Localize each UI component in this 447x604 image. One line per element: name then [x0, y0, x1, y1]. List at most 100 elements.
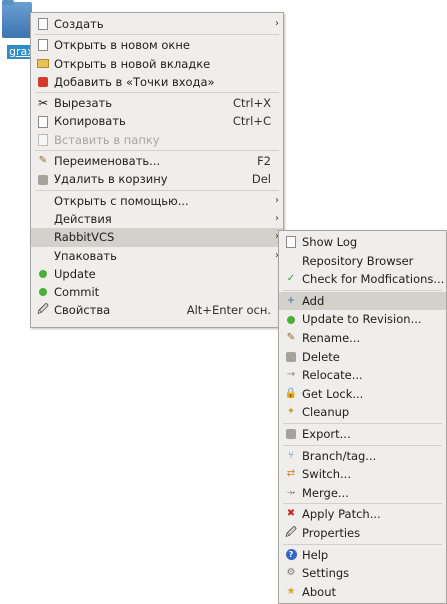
rename-icon: ✎: [38, 155, 48, 167]
menu-item-rename[interactable]: ✎ Rename...: [279, 329, 446, 348]
chevron-right-icon: ›: [275, 18, 279, 29]
menu-separator: [283, 444, 442, 446]
switch-icon: ⇄: [286, 468, 296, 480]
menu-item-relocate[interactable]: → Relocate...: [279, 366, 446, 385]
menu-item-label: Repository Browser: [302, 253, 414, 268]
add-icon: +: [286, 294, 296, 306]
menu-item-label: Check for Modfications...: [302, 272, 445, 287]
menu-item-label: Переименовать...: [54, 154, 161, 169]
menu-item-label: Свойства: [54, 303, 111, 318]
menu-item-delete[interactable]: Delete: [279, 348, 446, 367]
menu-item-update[interactable]: Update: [31, 265, 283, 283]
menu-item-label: Settings: [302, 566, 350, 581]
menu-item-label: Relocate...: [302, 368, 363, 383]
blank-icon: [284, 254, 298, 268]
menu-item-shortcut: Ctrl+C: [232, 114, 271, 129]
menu-item-label: Help: [302, 547, 329, 562]
log-icon: [284, 235, 298, 249]
menu-item-add[interactable]: + Add: [279, 291, 446, 311]
menu-item-cleanup[interactable]: ✦ Cleanup: [279, 403, 446, 422]
update-icon: [36, 267, 50, 281]
chevron-right-icon: ›: [275, 212, 279, 224]
menu-item-переименовать[interactable]: ✎ Переименовать... F2: [31, 152, 283, 170]
menu-item-get-lock[interactable]: 🔒 Get Lock...: [279, 385, 446, 404]
menu-item-shortcut: Ctrl+X: [233, 96, 271, 111]
bookmark-icon: [36, 75, 50, 89]
menu-item-about[interactable]: ★ About: [279, 583, 446, 602]
menu-item-check-for-modfications[interactable]: ✓ Check for Modfications...: [279, 270, 446, 289]
menu-item-действия[interactable]: Действия ›: [31, 210, 283, 228]
rename-icon: ✎: [286, 331, 296, 343]
menu-item-label: Merge...: [302, 485, 349, 500]
menu-item-shortcut: Del: [251, 172, 271, 187]
menu-item-commit[interactable]: Commit: [31, 283, 283, 301]
menu-item-show-log[interactable]: Show Log: [279, 233, 446, 252]
menu-item-shortcut: Alt+Enter осн.: [186, 303, 271, 318]
menu-item-repository-browser[interactable]: Repository Browser: [279, 252, 446, 271]
menu-separator: [35, 92, 279, 94]
menu-item-вырезать[interactable]: ✂ Вырезать Ctrl+X: [31, 94, 283, 112]
menu-item-открыть-в-новом-окне[interactable]: Открыть в новом окне: [31, 36, 283, 54]
new-window-icon: [36, 38, 50, 52]
export-icon: [284, 427, 298, 441]
merge-icon: ⤞: [287, 486, 295, 498]
menu-item-label: Update to Revision...: [302, 312, 422, 327]
new-tab-icon: [36, 57, 50, 71]
menu-separator: [35, 189, 279, 191]
menu-item-branch-tag[interactable]: ⑂ Branch/tag...: [279, 447, 446, 466]
new-icon: [36, 17, 50, 31]
menu-item-settings[interactable]: ⚙ Settings: [279, 564, 446, 583]
context-menu: Создать › Открыть в новом окне Открыть в но…: [30, 12, 284, 328]
trash-icon: [36, 173, 50, 187]
menu-item-добавить-в-точки-входа[interactable]: Добавить в «Точки входа»: [31, 73, 283, 91]
menu-item-упаковать[interactable]: Упаковать ›: [31, 247, 283, 265]
menu-item-label: Add: [302, 293, 325, 308]
menu-item-export[interactable]: Export...: [279, 425, 446, 444]
properties-icon: 🖉: [37, 303, 49, 317]
menu-item-label: Удалить в корзину: [54, 172, 168, 187]
menu-separator: [283, 422, 442, 424]
commit-icon: [36, 285, 50, 299]
update-revision-icon: [284, 313, 298, 327]
menu-item-свойства[interactable]: 🖉 Свойства Alt+Enter осн.: [31, 301, 283, 319]
menu-item-switch[interactable]: ⇄ Switch...: [279, 465, 446, 484]
menu-item-label: Вставить в папку: [54, 132, 160, 147]
menu-item-открыть-в-новой-вкладке[interactable]: Открыть в новой вкладке: [31, 55, 283, 73]
menu-item-label: Копировать: [54, 114, 126, 129]
menu-item-rabbitvcs[interactable]: RabbitVCS ›: [31, 228, 283, 247]
menu-item-копировать[interactable]: Копировать Ctrl+C: [31, 112, 283, 130]
menu-item-label: Branch/tag...: [302, 448, 377, 463]
menu-item-вставить-в-папку: Вставить в папку: [31, 131, 283, 149]
paste-icon: [36, 133, 50, 147]
menu-item-label: About: [302, 584, 337, 599]
blank-icon: [36, 249, 50, 263]
menu-item-apply-patch[interactable]: ✖ Apply Patch...: [279, 505, 446, 524]
menu-item-label: Вырезать: [54, 96, 112, 111]
folder-icon: [2, 0, 32, 38]
blank-icon: [36, 230, 50, 244]
menu-item-label: Get Lock...: [302, 386, 364, 401]
menu-item-label: Открыть в новом окне: [54, 38, 190, 53]
menu-item-label: Cleanup: [302, 405, 350, 420]
menu-item-merge[interactable]: ⤞ Merge...: [279, 484, 446, 503]
menu-separator: [35, 34, 279, 36]
menu-item-создать[interactable]: Создать ›: [31, 15, 283, 33]
branch-icon: ⑂: [288, 449, 294, 461]
menu-item-label: Действия: [54, 211, 112, 226]
menu-item-label: Добавить в «Точки входа»: [54, 74, 215, 89]
about-icon: ★: [286, 585, 296, 597]
menu-item-удалить-в-корзину[interactable]: Удалить в корзину Del: [31, 170, 283, 188]
menu-item-открыть-с-помощью[interactable]: Открыть с помощью... ›: [31, 192, 283, 210]
settings-icon: ⚙: [286, 567, 296, 579]
lock-icon: 🔒: [284, 387, 298, 399]
blank-icon: [36, 212, 50, 226]
blank-icon: [36, 194, 50, 208]
menu-item-properties[interactable]: 🖉 Properties: [279, 524, 446, 543]
menu-separator: [35, 150, 279, 152]
menu-item-label: Rename...: [302, 330, 361, 345]
rabbitvcs-submenu: Show Log Repository Browser ✓ Check for Mod…: [278, 230, 447, 604]
menu-item-update-to-revision[interactable]: Update to Revision...: [279, 310, 446, 329]
menu-item-shortcut: F2: [257, 154, 271, 169]
menu-item-label: Открыть в новой вкладке: [54, 56, 211, 71]
menu-item-help[interactable]: ? Help: [279, 546, 446, 565]
